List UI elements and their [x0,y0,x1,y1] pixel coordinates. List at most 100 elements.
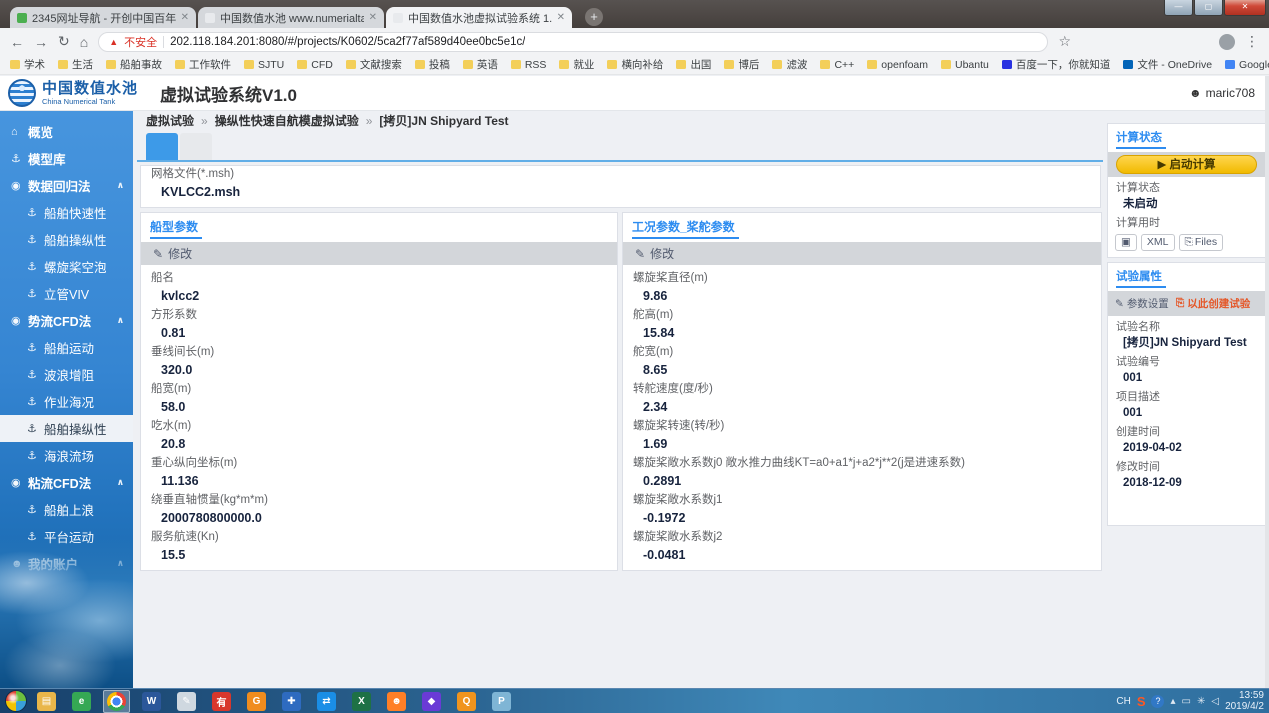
bookmark-item[interactable]: 船舶事故 [106,57,162,72]
sidebar-item[interactable]: ⚓ 船舶操纵性 [0,226,133,253]
bookmark-item[interactable]: 文件 - OneDrive [1123,57,1212,72]
reload-icon[interactable]: ↻ [58,33,70,50]
network-icon[interactable]: ✳ [1197,696,1205,707]
sidebar-item[interactable]: ⚓ 海浪流场 [0,442,133,469]
sidebar-item[interactable]: ⚓ 船舶运动 [0,334,133,361]
browser-tab[interactable]: 中国数值水池虚拟试验系统 1.0 ✕ [386,7,572,28]
taskbar-app-icon[interactable]: ☻ [383,690,410,713]
tab-close-icon[interactable]: ✕ [181,12,189,23]
sidebar-item[interactable]: ⚓ 模型库 [0,145,133,172]
sidebar-item[interactable]: ⚓ 螺旋桨空泡 [0,253,133,280]
param-settings-button[interactable]: ✎ 参数设置 [1115,296,1169,311]
sogou-input-icon[interactable]: S [1137,694,1146,709]
bookmark-item[interactable]: 生活 [58,57,93,72]
taskbar-app-icon[interactable]: ✚ [278,690,305,713]
user-menu[interactable]: ☻ maric708 [1189,86,1255,100]
edit-button[interactable]: 修改 [168,245,192,262]
forward-icon[interactable]: → [34,34,48,50]
content-tab[interactable] [146,133,178,160]
extension-icon[interactable] [1104,35,1117,48]
bookmark-item[interactable]: Google [1225,59,1269,71]
taskbar-app-icon[interactable]: ✎ [173,690,200,713]
new-tab-button[interactable]: + [585,8,603,26]
menu-icon[interactable]: ⋮ [1245,33,1259,50]
taskbar-app-icon[interactable]: W [138,690,165,713]
chevron-up-icon[interactable]: ∧ [117,180,124,191]
taskbar-app-icon[interactable]: X [348,690,375,713]
browser-tab[interactable]: 中国数值水池 www.numerialtan ✕ [198,7,384,28]
bookmark-item[interactable]: RSS [510,59,546,71]
sidebar-item[interactable]: ⚓ 波浪增阻 [0,361,133,388]
bookmark-item[interactable]: 文献搜索 [345,57,402,72]
tab-close-icon[interactable]: ✕ [557,12,565,23]
taskbar-app-icon[interactable]: ◆ [418,690,445,713]
chevron-up-icon[interactable]: ∧ [117,477,124,488]
start-button[interactable] [5,690,27,712]
bookmark-item[interactable]: openfoam [867,59,928,71]
bookmark-item[interactable]: 横向补给 [607,57,663,72]
breadcrumb-item[interactable]: 操纵性快速自航模虚拟试验 [215,112,359,129]
sidebar-item[interactable]: ⚓ 船舶操纵性 [0,415,133,442]
hidden-icons-arrow[interactable]: ▴ [1170,696,1175,707]
bookmark-item[interactable]: C++ [820,59,854,71]
scrollbar[interactable] [1265,76,1269,688]
tab-close-icon[interactable]: ✕ [369,12,377,23]
monitor-button[interactable]: ▣ [1115,234,1137,251]
address-bar[interactable]: ▲ 不安全 202.118.184.201:8080/#/projects/K0… [98,31,1049,52]
sidebar-item[interactable]: ⌂ 概览 [0,118,133,145]
bookmark-item[interactable]: 英语 [462,57,498,72]
extension-icon[interactable] [1173,35,1186,48]
extension-icon[interactable] [1196,35,1209,48]
restore-button[interactable]: ▢ [1194,0,1223,16]
bookmark-item[interactable]: 学术 [10,57,45,72]
sidebar-item[interactable]: ◉ 数据回归法 ∧ [0,172,133,199]
bookmark-item[interactable]: SJTU [244,59,284,71]
extension-icon[interactable] [1081,35,1094,48]
taskbar-app-icon[interactable]: e [68,690,95,713]
language-indicator[interactable]: CH [1116,696,1130,707]
taskbar-app-icon[interactable]: ⇄ [313,690,340,713]
extension-icon[interactable] [1150,35,1163,48]
browser-tab[interactable]: 2345网址导航 - 开创中国百年品 ✕ [10,7,196,28]
files-button[interactable]: ⎘ Files [1178,234,1224,251]
sidebar-item[interactable]: ⚓ 船舶快速性 [0,199,133,226]
taskbar-app-icon[interactable]: P [488,690,515,713]
bookmark-item[interactable]: 滤波 [772,57,807,72]
sidebar-item[interactable]: ⚓ 作业海况 [0,388,133,415]
taskbar-app-icon[interactable]: G [243,690,270,713]
sidebar-item[interactable]: ◉ 势流CFD法 ∧ [0,307,133,334]
close-button[interactable]: ✕ [1224,0,1266,16]
profile-avatar[interactable] [1219,33,1235,50]
create-test-button[interactable]: ⎘ 以此创建试验 [1176,296,1250,311]
taskbar-app-icon[interactable]: ▤ [33,690,60,713]
help-icon[interactable]: ? [1151,694,1165,708]
minimize-button[interactable]: — [1164,0,1193,16]
start-calculation-button[interactable]: ▶ 启动计算 [1116,155,1257,174]
bookmark-star-icon[interactable]: ☆ [1058,33,1071,50]
bookmark-item[interactable]: 百度一下，你就知道 [1001,57,1110,72]
xml-button[interactable]: XML [1140,234,1175,251]
home-icon[interactable]: ⌂ [80,34,88,50]
sidebar-item[interactable]: ◉ 粘流CFD法 ∧ [0,469,133,496]
bookmark-item[interactable]: 就业 [559,57,594,72]
taskbar-app-icon[interactable]: 有 [208,690,235,713]
breadcrumb-item[interactable]: 虚拟试验 [146,112,194,129]
extension-icon[interactable] [1127,35,1140,48]
taskbar-app-icon[interactable] [103,689,130,713]
bookmark-item[interactable]: Ubantu [941,59,989,71]
bookmark-item[interactable]: 博后 [724,57,759,72]
bookmark-item[interactable]: 投稿 [414,57,450,72]
url-text[interactable]: 202.118.184.201:8080/#/projects/K0602/5c… [170,36,525,48]
speaker-icon[interactable]: ◁ [1211,696,1219,707]
bookmark-item[interactable]: CFD [297,59,333,71]
chevron-up-icon[interactable]: ∧ [117,315,124,326]
window-icon[interactable]: ▭ [1182,696,1191,707]
bookmark-item[interactable]: 工作软件 [175,57,231,72]
taskbar-app-icon[interactable]: Q [453,690,480,713]
bookmark-item[interactable]: 出国 [676,57,711,72]
content-tab[interactable] [180,133,212,160]
back-icon[interactable]: ← [10,34,24,50]
clock[interactable]: 13:59 2019/4/2 [1225,690,1264,712]
sidebar-item[interactable]: ⚓ 立管VIV [0,280,133,307]
sidebar-item[interactable]: ⚓ 船舶上浪 [0,496,133,523]
